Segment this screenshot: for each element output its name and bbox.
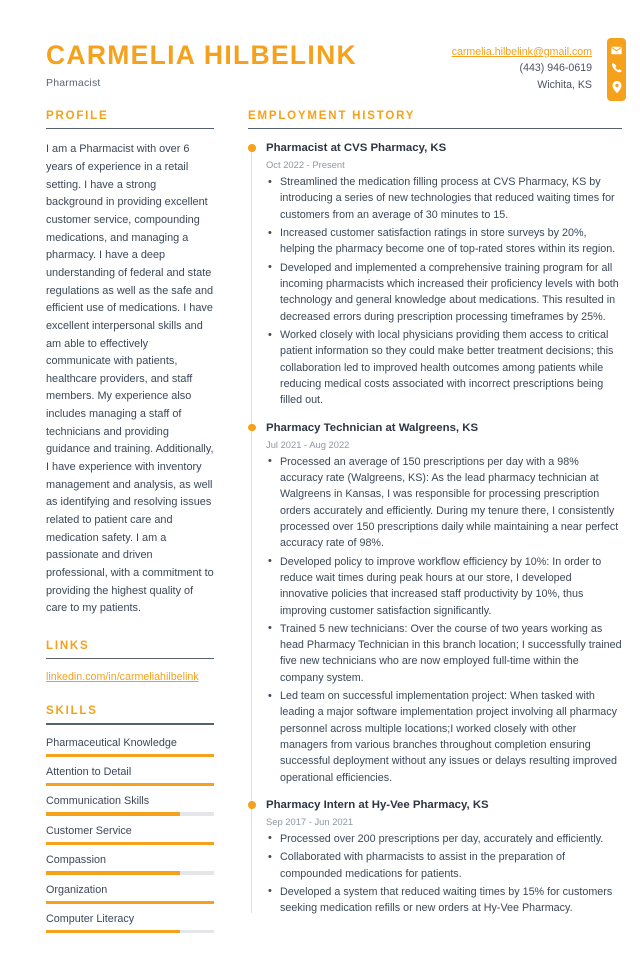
- skills-section-title: SKILLS: [46, 705, 98, 718]
- skill-level-fill: [46, 900, 214, 904]
- skill-level-fill: [46, 841, 214, 846]
- employment-job-title: Pharmacist at CVS Pharmacy, KS: [266, 142, 447, 155]
- list-item: Developed policy to improve workflow eff…: [266, 553, 622, 619]
- skill-label: Compassion: [46, 854, 107, 867]
- skill-level-bar: [46, 871, 214, 875]
- skill-level-bar: [46, 783, 214, 787]
- skill-level-fill: [46, 812, 181, 816]
- timeline-dot-icon: [248, 801, 256, 809]
- skill-item: Pharmaceutical Knowledge: [46, 737, 214, 757]
- list-item: Developed and implemented a comprehensiv…: [266, 259, 622, 325]
- links-section-rule: [46, 658, 214, 660]
- resume-body: PROFILE I am a Pharmacist with over 6 ye…: [0, 110, 640, 955]
- employment-job-dates: Oct 2022 - Present: [266, 159, 345, 171]
- profile-section: PROFILE I am a Pharmacist with over 6 ye…: [46, 110, 214, 618]
- employment-section-rule: [248, 128, 622, 130]
- employment-bullet-list: Processed an average of 150 prescription…: [266, 453, 622, 787]
- resume-header: CARMELIA HILBELINK Pharmacist carmelia.h…: [0, 0, 640, 110]
- list-item[interactable]: linkedin.com/in/carmeliahilbelink: [46, 671, 214, 683]
- employment-job-title: Pharmacy Intern at Hy-Vee Pharmacy, KS: [266, 799, 489, 812]
- employment-bullet-list: Streamlined the medication filling proce…: [266, 174, 622, 409]
- list-item: Processed an average of 150 prescription…: [266, 453, 622, 552]
- contact-email-link[interactable]: carmelia.hilbelink@gmail.com: [452, 44, 592, 60]
- employment-entry: Pharmacy Intern at Hy-Vee Pharmacy, KS Se…: [248, 798, 622, 917]
- employment-entry: Pharmacy Technician at Walgreens, KS Jul …: [248, 421, 622, 787]
- profile-text: I am a Pharmacist with over 6 years of e…: [46, 143, 214, 615]
- header-job-title: Pharmacist: [46, 76, 101, 89]
- skill-label: Customer Service: [46, 824, 132, 837]
- skill-level-bar: [46, 929, 214, 934]
- skill-level-fill: [46, 871, 181, 875]
- skill-level-fill: [46, 929, 181, 934]
- employment-timeline: Pharmacist at CVS Pharmacy, KS Oct 2022 -…: [248, 141, 622, 916]
- employment-bullet-list: Processed over 200 prescriptions per day…: [266, 830, 622, 917]
- skill-item: Customer Service: [46, 824, 214, 846]
- skill-label: Computer Literacy: [46, 912, 135, 925]
- skill-level-bar: [46, 812, 214, 816]
- skill-level-bar: [46, 753, 214, 757]
- skills-section: SKILLS Pharmaceutical Knowledge Attention…: [46, 705, 214, 934]
- page-title: CARMELIA HILBELINK: [46, 40, 357, 70]
- list-item: Developed a system that reduced waiting …: [266, 883, 622, 917]
- skills-list: Pharmaceutical Knowledge Attention to Det…: [46, 737, 214, 934]
- location-pin-icon: [612, 81, 622, 94]
- skill-item: Attention to Detail: [46, 766, 214, 787]
- skill-label: Communication Skills: [46, 795, 150, 808]
- links-section-title: LINKS: [46, 640, 90, 653]
- main-content: EMPLOYMENT HISTORY Pharmacist at CVS Pha…: [226, 110, 622, 955]
- skill-item: Compassion: [46, 854, 214, 875]
- envelope-icon: [611, 46, 622, 55]
- skill-item: Computer Literacy: [46, 912, 214, 934]
- list-item: Collaborated with pharmacists to assist …: [266, 849, 622, 882]
- skill-label: Attention to Detail: [46, 766, 132, 778]
- resume-page: CARMELIA HILBELINK Pharmacist carmelia.h…: [0, 0, 640, 934]
- skill-level-bar: [46, 900, 214, 904]
- sidebar: PROFILE I am a Pharmacist with over 6 ye…: [46, 110, 226, 955]
- list-item: Worked closely with local physicians pro…: [266, 327, 622, 409]
- phone-icon: [611, 62, 622, 73]
- list-item: Led team on successful implementation pr…: [266, 688, 622, 786]
- timeline-dot-icon: [248, 144, 256, 152]
- skill-label: Organization: [46, 883, 108, 896]
- list-item: Increased customer satisfaction ratings …: [266, 225, 622, 258]
- contact-phone: (443) 946-0619: [519, 62, 592, 75]
- skill-item: Organization: [46, 884, 214, 904]
- employment-section: EMPLOYMENT HISTORY Pharmacist at CVS Pha…: [248, 110, 622, 917]
- profile-section-rule: [46, 128, 214, 130]
- skill-item: Communication Skills: [46, 795, 214, 816]
- contact-location: Wichita, KS: [537, 78, 592, 91]
- profile-section-title: PROFILE: [46, 110, 109, 122]
- employment-job-title: Pharmacy Technician at Walgreens, KS: [266, 421, 479, 434]
- list-item: Streamlined the medication filling proce…: [266, 174, 622, 223]
- links-section: LINKS linkedin.com/in/carmeliahilbelink: [46, 640, 214, 683]
- employment-section-title: EMPLOYMENT HISTORY: [248, 110, 416, 122]
- contact-icon-rail: [607, 38, 626, 101]
- skill-level-bar: [46, 841, 214, 846]
- links-list: linkedin.com/in/carmeliahilbelink: [46, 671, 214, 683]
- skill-label: Pharmaceutical Knowledge: [46, 736, 177, 749]
- header-identity: CARMELIA HILBELINK Pharmacist: [46, 38, 357, 89]
- employment-entry: Pharmacist at CVS Pharmacy, KS Oct 2022 -…: [248, 141, 622, 409]
- skills-section-rule: [46, 723, 214, 725]
- list-item: Trained 5 new technicians: Over the cour…: [266, 620, 622, 686]
- list-item: Processed over 200 prescriptions per day…: [266, 830, 622, 847]
- employment-job-dates: Jul 2021 - Aug 2022: [266, 438, 350, 450]
- timeline-dot-icon: [248, 423, 256, 432]
- skill-level-fill: [46, 753, 214, 757]
- employment-job-dates: Sep 2017 - Jun 2021: [266, 815, 354, 827]
- skill-level-fill: [46, 783, 214, 787]
